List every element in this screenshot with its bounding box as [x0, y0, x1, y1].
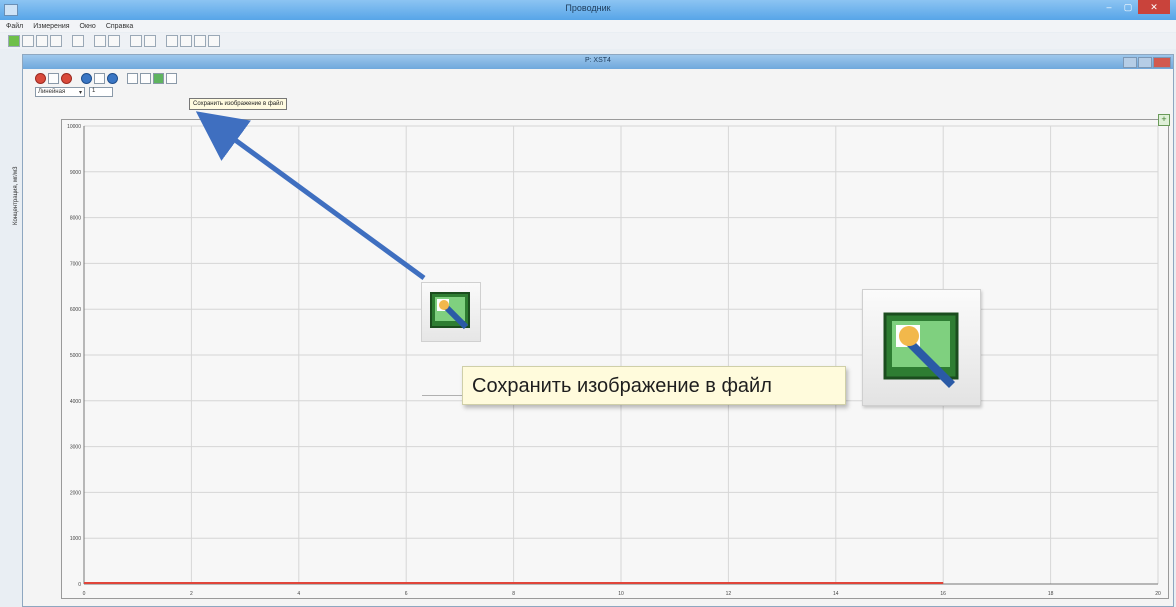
y-zoom-out-icon[interactable] [35, 73, 46, 84]
menu-file[interactable]: Файл [6, 23, 23, 30]
save-image-icon-zoomed [421, 282, 481, 342]
tool-c-icon[interactable] [194, 35, 206, 47]
x-zoom-in-icon[interactable] [107, 73, 118, 84]
chart-maximize-button[interactable] [1138, 57, 1152, 68]
x-tick-label: 16 [940, 591, 946, 597]
y-tick-label: 10000 [67, 124, 81, 130]
y-tick-label: 6000 [70, 307, 81, 313]
main-title-bar[interactable]: Проводник – ▢ ✕ [0, 0, 1176, 20]
y-zoom-in-icon[interactable] [61, 73, 72, 84]
tool-b-icon[interactable] [180, 35, 192, 47]
open-icon[interactable] [22, 35, 34, 47]
main-toolbar [0, 33, 1176, 49]
save-image-icon[interactable] [153, 73, 164, 84]
x-tick-label: 20 [1155, 591, 1161, 597]
window-tile-icon[interactable] [130, 35, 142, 47]
chart-toolbar [35, 73, 177, 84]
tool-a-icon[interactable] [166, 35, 178, 47]
save-image-icon-large [862, 289, 981, 406]
tool-d-icon[interactable] [208, 35, 220, 47]
concentration-chart: 0 2 4 6 8 10 12 14 16 18 2010000900080007000600050… [67, 124, 1161, 597]
edit-icon[interactable] [108, 35, 120, 47]
x-tick-label: 6 [405, 591, 408, 597]
chart-close-button[interactable] [1153, 57, 1171, 68]
chart-window-title: Р: XST4 [585, 57, 611, 64]
tooltip-underline [422, 395, 464, 396]
x-tick-label: 12 [726, 591, 732, 597]
x-tick-label: 2 [190, 591, 193, 597]
y-tick-label: 5000 [70, 353, 81, 359]
x-tick-label: 0 [83, 591, 86, 597]
menu-measurements[interactable]: Измерения [33, 23, 69, 30]
y-tick-label: 2000 [70, 490, 81, 496]
chevron-down-icon: ▾ [78, 89, 82, 96]
y-tick-label: 9000 [70, 170, 81, 176]
chart-window-title-bar[interactable]: Р: XST4 [23, 55, 1173, 69]
x-tick-label: 10 [618, 591, 624, 597]
y-axis-icon[interactable] [48, 73, 59, 84]
x-zoom-out-icon[interactable] [81, 73, 92, 84]
minimize-button[interactable]: – [1100, 0, 1118, 14]
window-cascade-icon[interactable] [144, 35, 156, 47]
y-tick-label: 7000 [70, 261, 81, 267]
settings-icon[interactable] [166, 73, 177, 84]
menu-help[interactable]: Справка [106, 23, 133, 30]
window-controls: – ▢ ✕ [1100, 0, 1170, 14]
scale-type-value: Линейная [38, 89, 66, 95]
measure-icon[interactable] [36, 35, 48, 47]
y-tick-label: 4000 [70, 399, 81, 405]
table-icon[interactable] [72, 35, 84, 47]
print-icon[interactable] [127, 73, 138, 84]
menu-bar: Файл Измерения Окно Справка [0, 20, 1176, 32]
close-button[interactable]: ✕ [1138, 0, 1170, 14]
chart-plot-area[interactable]: + 0 2 4 6 8 10 12 14 16 18 20 10000 9000 8000 7000 6000… [61, 114, 1170, 599]
chart-window-controls [1123, 57, 1171, 68]
chart-window: Р: XST4 Линейная ▾ 1 Сохранить изображен… [13, 54, 1174, 607]
window-title: Проводник [565, 3, 611, 13]
x-tick-label: 8 [512, 591, 515, 597]
menu-window[interactable]: Окно [80, 23, 96, 30]
maximize-button[interactable]: ▢ [1119, 0, 1137, 14]
save-image-tooltip: Сохранить изображение в файл [462, 366, 846, 405]
scale-controls: Линейная ▾ 1 [35, 87, 113, 97]
text-icon[interactable] [50, 35, 62, 47]
scale-type-select[interactable]: Линейная ▾ [35, 87, 85, 97]
x-axis-icon[interactable] [94, 73, 105, 84]
chart-minimize-button[interactable] [1123, 57, 1137, 68]
chart-icon[interactable] [94, 35, 106, 47]
y-tick-label: 3000 [70, 445, 81, 451]
y-tick-label: 8000 [70, 216, 81, 222]
x-tick-label: 14 [833, 591, 839, 597]
copy-icon[interactable] [140, 73, 151, 84]
x-tick-label: 18 [1048, 591, 1054, 597]
x-tick-label: 4 [297, 591, 300, 597]
y-tick-label: 0 [78, 582, 81, 588]
y-tick-label: 1000 [70, 536, 81, 542]
y-axis-label: Концентрация, мг/м3 [13, 166, 19, 225]
new-icon[interactable] [8, 35, 20, 47]
save-image-tooltip-small: Сохранить изображение в файл [189, 98, 287, 110]
step-input[interactable]: 1 [89, 87, 113, 97]
